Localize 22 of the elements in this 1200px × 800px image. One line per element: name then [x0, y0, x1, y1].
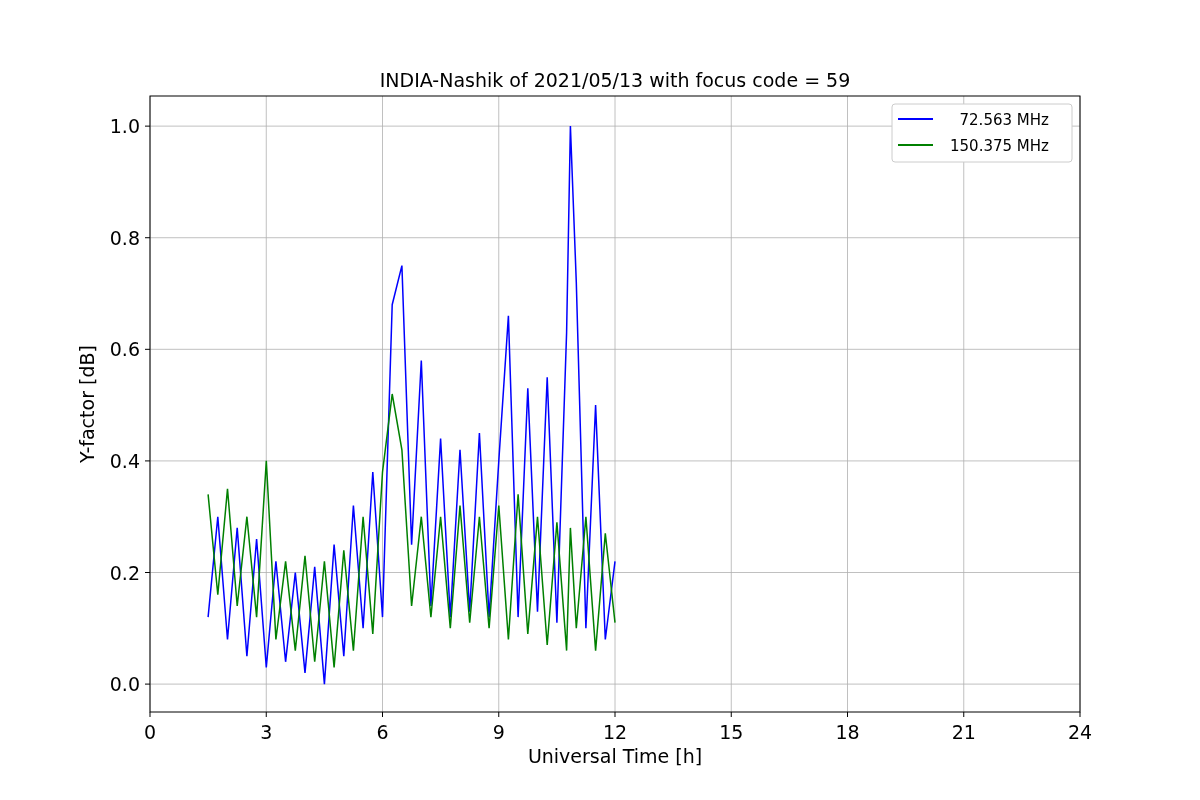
x-tick-label: 6: [376, 721, 389, 743]
y-axis-label: Y-factor [dB]: [76, 345, 98, 463]
y-tick-label: 0.6: [109, 338, 140, 361]
y-tick-label: 0.2: [109, 561, 140, 584]
y-tick-label: 0.8: [109, 226, 140, 249]
x-tick-label: 0: [143, 721, 157, 743]
x-tick-label: 18: [835, 721, 860, 743]
legend-line: [897, 118, 934, 120]
x-tick-label: 9: [492, 721, 505, 743]
x-tick-label: 3: [260, 721, 273, 743]
x-tick-label: 12: [602, 721, 628, 743]
y-tick-label: 1.0: [109, 115, 140, 138]
y-tick-label: 0.0: [109, 673, 140, 696]
x-axis-label: Universal Time [h]: [527, 745, 703, 767]
x-tick-label: 21: [951, 721, 976, 743]
chart-title: INDIA-Nashik of 2021/05/13 with focus code = 59: [379, 69, 851, 91]
legend-line: [897, 144, 934, 146]
legend-label: 72.563 MHz: [959, 111, 1049, 129]
x-tick-label: 24: [1067, 721, 1093, 743]
legend-label: 150.375 MHz: [950, 137, 1049, 155]
y-tick-label: 0.4: [109, 449, 140, 472]
x-tick-label: 15: [719, 721, 744, 743]
